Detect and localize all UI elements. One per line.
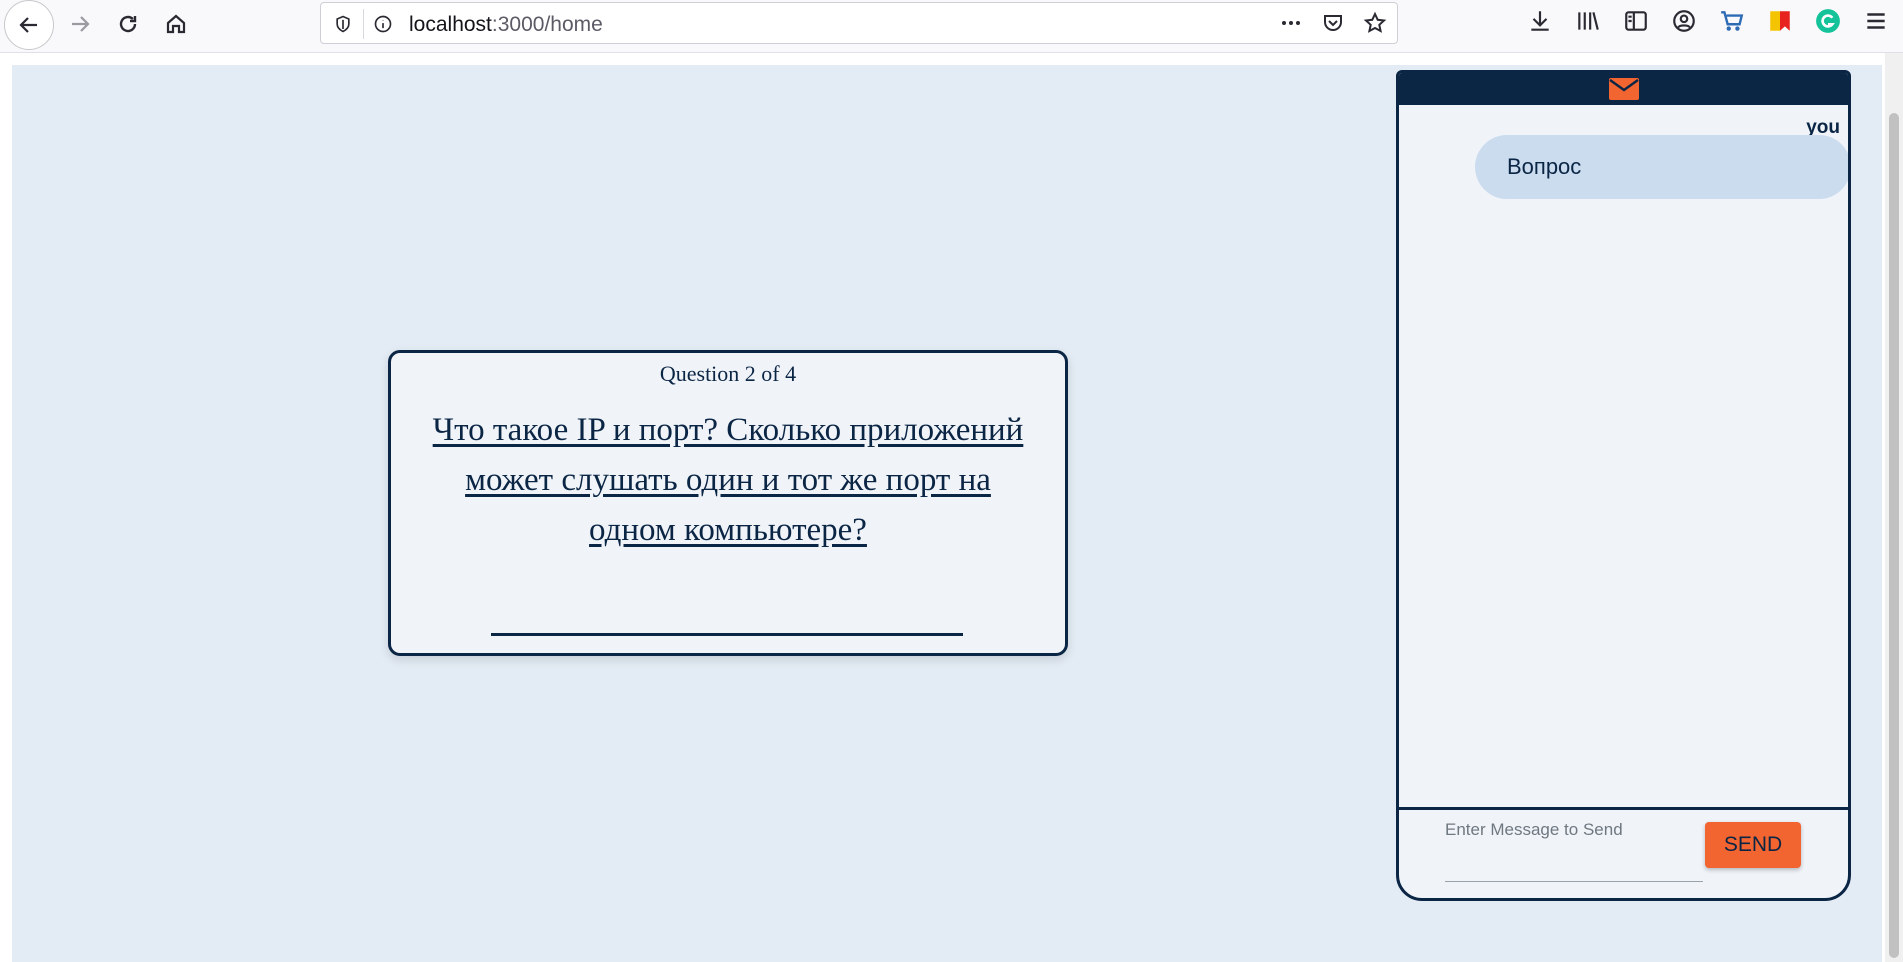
menu-icon[interactable] — [1863, 8, 1889, 34]
scrollbar-thumb[interactable] — [1889, 113, 1899, 958]
home-icon[interactable] — [156, 4, 196, 44]
question-card[interactable]: Question 2 of 4 Что такое IP и порт? Ско… — [388, 350, 1068, 656]
account-icon[interactable] — [1671, 8, 1697, 34]
question-text: Что такое IP и порт? Сколько приложений … — [432, 412, 1024, 548]
bookmark-flag-icon[interactable] — [1767, 8, 1793, 34]
send-button[interactable]: SEND — [1705, 822, 1801, 868]
chat-header[interactable] — [1399, 73, 1848, 105]
message-bubble: Вопрос — [1475, 135, 1848, 199]
message-input-label: Enter Message to Send — [1445, 820, 1623, 839]
shield-icon[interactable] — [331, 12, 355, 36]
mail-icon[interactable] — [1608, 78, 1639, 100]
grammarly-icon[interactable] — [1815, 8, 1841, 34]
url-host: localhost — [409, 13, 492, 36]
url-separator — [363, 9, 364, 39]
back-icon[interactable] — [4, 0, 54, 50]
forward-icon[interactable] — [60, 4, 100, 44]
answer-line — [491, 633, 963, 636]
browser-toolbar: localhost:3000/home — [0, 0, 1903, 53]
reload-icon[interactable] — [108, 4, 148, 44]
download-icon[interactable] — [1527, 8, 1553, 34]
pocket-icon[interactable] — [1321, 11, 1345, 35]
scrollbar[interactable] — [1885, 53, 1903, 962]
sidebar-icon[interactable] — [1623, 8, 1649, 34]
more-icon[interactable] — [1279, 11, 1303, 35]
question-counter: Question 2 of 4 — [659, 361, 797, 386]
info-icon[interactable] — [371, 12, 395, 36]
url-path: :3000/home — [491, 13, 603, 36]
chat-footer: Enter Message to Send SEND — [1399, 807, 1848, 898]
chat-panel: you Вопрос Enter Message to Send SEND — [1396, 70, 1851, 901]
cart-icon[interactable] — [1719, 8, 1745, 34]
bookmark-star-icon[interactable] — [1363, 11, 1387, 35]
url-bar[interactable]: localhost:3000/home — [320, 2, 1398, 44]
message-input[interactable] — [1445, 844, 1703, 882]
url-text[interactable]: localhost:3000/home — [409, 13, 603, 37]
library-icon[interactable] — [1575, 8, 1601, 34]
